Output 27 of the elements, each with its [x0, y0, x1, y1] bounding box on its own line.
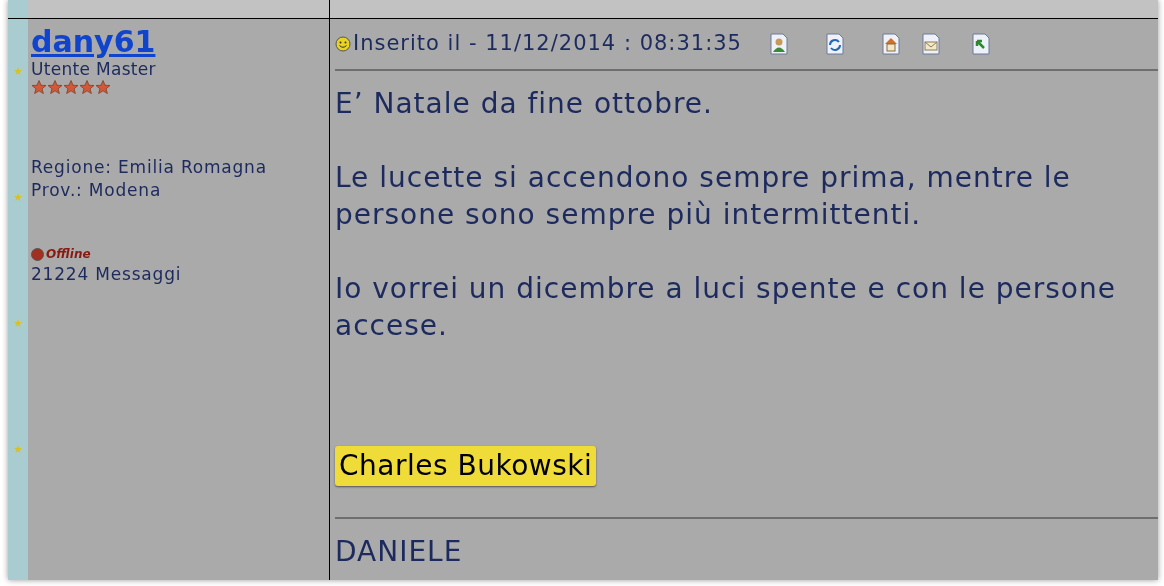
message-count: 21224 Messaggi	[31, 263, 183, 285]
star-icon	[14, 193, 22, 201]
user-region: Regione: Emilia Romagna	[31, 156, 268, 179]
star-icon	[79, 80, 95, 94]
user-rank: Utente Master	[31, 59, 157, 79]
star-icon	[14, 67, 22, 75]
star-icon	[47, 80, 63, 94]
arrow-icon[interactable]	[971, 33, 990, 55]
star-icon	[63, 80, 79, 94]
refresh-icon[interactable]	[825, 33, 844, 55]
star-icon	[31, 80, 47, 94]
home-icon[interactable]	[881, 33, 900, 55]
username-link[interactable]: dany61	[31, 25, 156, 59]
star-icon	[95, 80, 111, 94]
status-label: Offline	[46, 246, 91, 263]
highlighted-text: Charles Bukowski	[335, 446, 597, 486]
post-paragraph: Io vorrei un dicembre a luci spente e con le persone accese.	[335, 271, 1117, 344]
post-paragraph: E’ Natale da fine ottobre.	[335, 86, 714, 122]
signature: DANIELE	[335, 534, 464, 570]
mail-icon[interactable]	[921, 33, 940, 55]
star-icon	[14, 319, 22, 327]
post-paragraph: Le lucette si accendono sempre prima, mentre le persone sono sempre più intermittenti.	[335, 160, 1072, 233]
profile-icon[interactable]	[769, 33, 788, 55]
post-date: Inserito il - 11/12/2014 : 08:31:35	[353, 30, 742, 58]
user-province: Prov.: Modena	[31, 179, 163, 202]
star-icon	[14, 445, 22, 453]
smiley-icon	[335, 36, 351, 52]
